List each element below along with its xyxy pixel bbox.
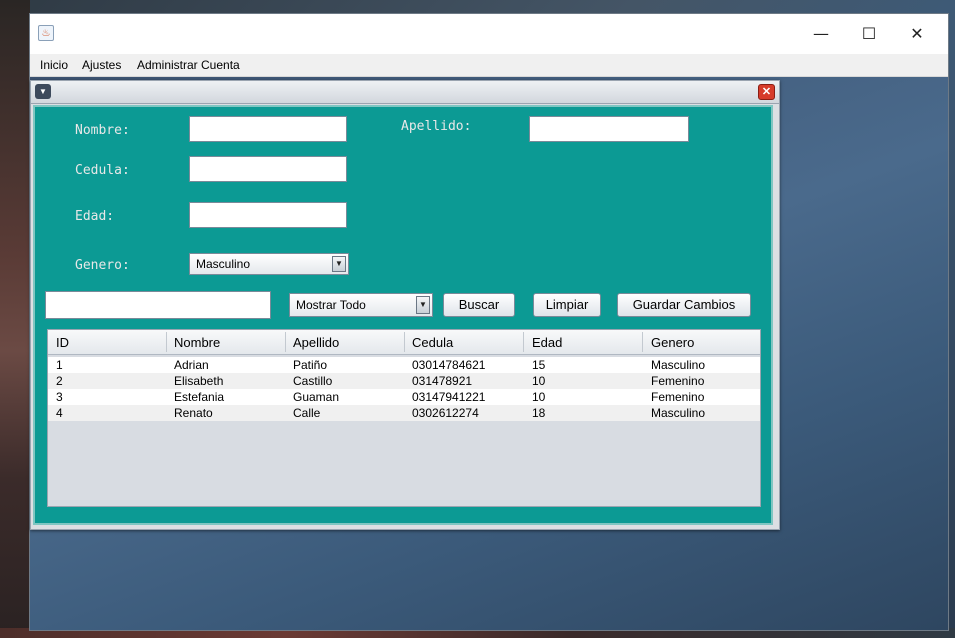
cell-genero: Femenino <box>651 390 705 404</box>
cell-id: 3 <box>56 390 63 404</box>
table-row[interactable]: 2 Elisabeth Castillo 031478921 10 Femeni… <box>48 373 760 389</box>
frame-close-button[interactable]: ✕ <box>758 84 775 100</box>
internal-frame: ▼ ✕ Nombre: Apellido: Cedula: Edad: Gene… <box>30 80 780 530</box>
cell-apellido: Guaman <box>293 390 340 404</box>
cell-id: 1 <box>56 358 63 372</box>
cell-genero: Femenino <box>651 374 705 388</box>
genero-label: Genero: <box>75 258 130 273</box>
cell-edad: 10 <box>532 390 546 404</box>
menu-inicio[interactable]: Inicio <box>40 58 68 72</box>
apellido-field[interactable] <box>529 116 689 142</box>
cell-edad: 15 <box>532 358 546 372</box>
genero-select[interactable]: Masculino ▼ <box>189 253 349 275</box>
frame-menu-icon[interactable]: ▼ <box>35 84 51 99</box>
maximize-button[interactable]: ☐ <box>846 14 892 54</box>
minimize-button[interactable]: — <box>798 14 844 54</box>
cell-id: 4 <box>56 406 63 420</box>
cell-edad: 10 <box>532 374 546 388</box>
chevron-down-icon[interactable]: ▼ <box>332 256 346 272</box>
filter-select[interactable]: Mostrar Todo ▼ <box>289 293 433 317</box>
search-input[interactable] <box>45 291 271 319</box>
menu-administrar-cuenta[interactable]: Administrar Cuenta <box>137 58 240 72</box>
menu-bar: Inicio Ajustes Administrar Cuenta <box>30 54 948 77</box>
genero-selected-value: Masculino <box>196 257 251 271</box>
window-titlebar[interactable]: ♨ — ☐ ✕ <box>30 14 948 54</box>
cell-nombre: Elisabeth <box>174 374 224 388</box>
cell-genero: Masculino <box>651 406 706 420</box>
column-header-edad[interactable]: Edad <box>532 335 562 350</box>
cedula-field[interactable] <box>189 156 347 182</box>
edad-label: Edad: <box>75 209 115 224</box>
table-row[interactable]: 4 Renato Calle 0302612274 18 Masculino <box>48 405 760 421</box>
records-table: ID Nombre Apellido Cedula Edad Genero 1 … <box>47 329 761 507</box>
cell-cedula: 031478921 <box>412 374 473 388</box>
column-header-genero[interactable]: Genero <box>651 335 694 350</box>
cell-cedula: 03147941221 <box>412 390 486 404</box>
cell-nombre: Estefania <box>174 390 225 404</box>
table-row[interactable]: 3 Estefania Guaman 03147941221 10 Femeni… <box>48 389 760 405</box>
cedula-label: Cedula: <box>75 163 130 178</box>
close-window-button[interactable]: ✕ <box>894 14 940 54</box>
limpiar-button[interactable]: Limpiar <box>533 293 601 317</box>
cell-edad: 18 <box>532 406 546 420</box>
wallpaper-left-strip <box>0 0 30 638</box>
column-header-apellido[interactable]: Apellido <box>293 335 339 350</box>
cell-cedula: 0302612274 <box>412 406 479 420</box>
filter-selected-value: Mostrar Todo <box>296 298 366 312</box>
table-header: ID Nombre Apellido Cedula Edad Genero <box>48 330 760 355</box>
column-header-id[interactable]: ID <box>56 335 69 350</box>
cell-cedula: 03014784621 <box>412 358 486 372</box>
cell-id: 2 <box>56 374 63 388</box>
java-app-icon: ♨ <box>38 25 54 41</box>
cell-apellido: Patiño <box>293 358 328 372</box>
guardar-cambios-button[interactable]: Guardar Cambios <box>617 293 751 317</box>
column-header-cedula[interactable]: Cedula <box>412 335 453 350</box>
column-header-nombre[interactable]: Nombre <box>174 335 220 350</box>
nombre-field[interactable] <box>189 116 347 142</box>
cell-apellido: Calle <box>293 406 321 420</box>
form-panel: Nombre: Apellido: Cedula: Edad: Genero: … <box>33 105 773 525</box>
cell-nombre: Adrian <box>174 358 209 372</box>
table-row[interactable]: 1 Adrian Patiño 03014784621 15 Masculino <box>48 357 760 373</box>
internal-frame-titlebar[interactable]: ▼ ✕ <box>31 81 779 104</box>
chevron-down-icon[interactable]: ▼ <box>416 296 430 314</box>
menu-ajustes[interactable]: Ajustes <box>82 58 121 72</box>
buscar-button[interactable]: Buscar <box>443 293 515 317</box>
edad-field[interactable] <box>189 202 347 228</box>
application-window: ♨ — ☐ ✕ Inicio Ajustes Administrar Cuent… <box>30 14 948 630</box>
cell-apellido: Castillo <box>293 374 333 388</box>
cell-nombre: Renato <box>174 406 213 420</box>
nombre-label: Nombre: <box>75 123 130 138</box>
apellido-label: Apellido: <box>401 119 472 134</box>
cell-genero: Masculino <box>651 358 706 372</box>
